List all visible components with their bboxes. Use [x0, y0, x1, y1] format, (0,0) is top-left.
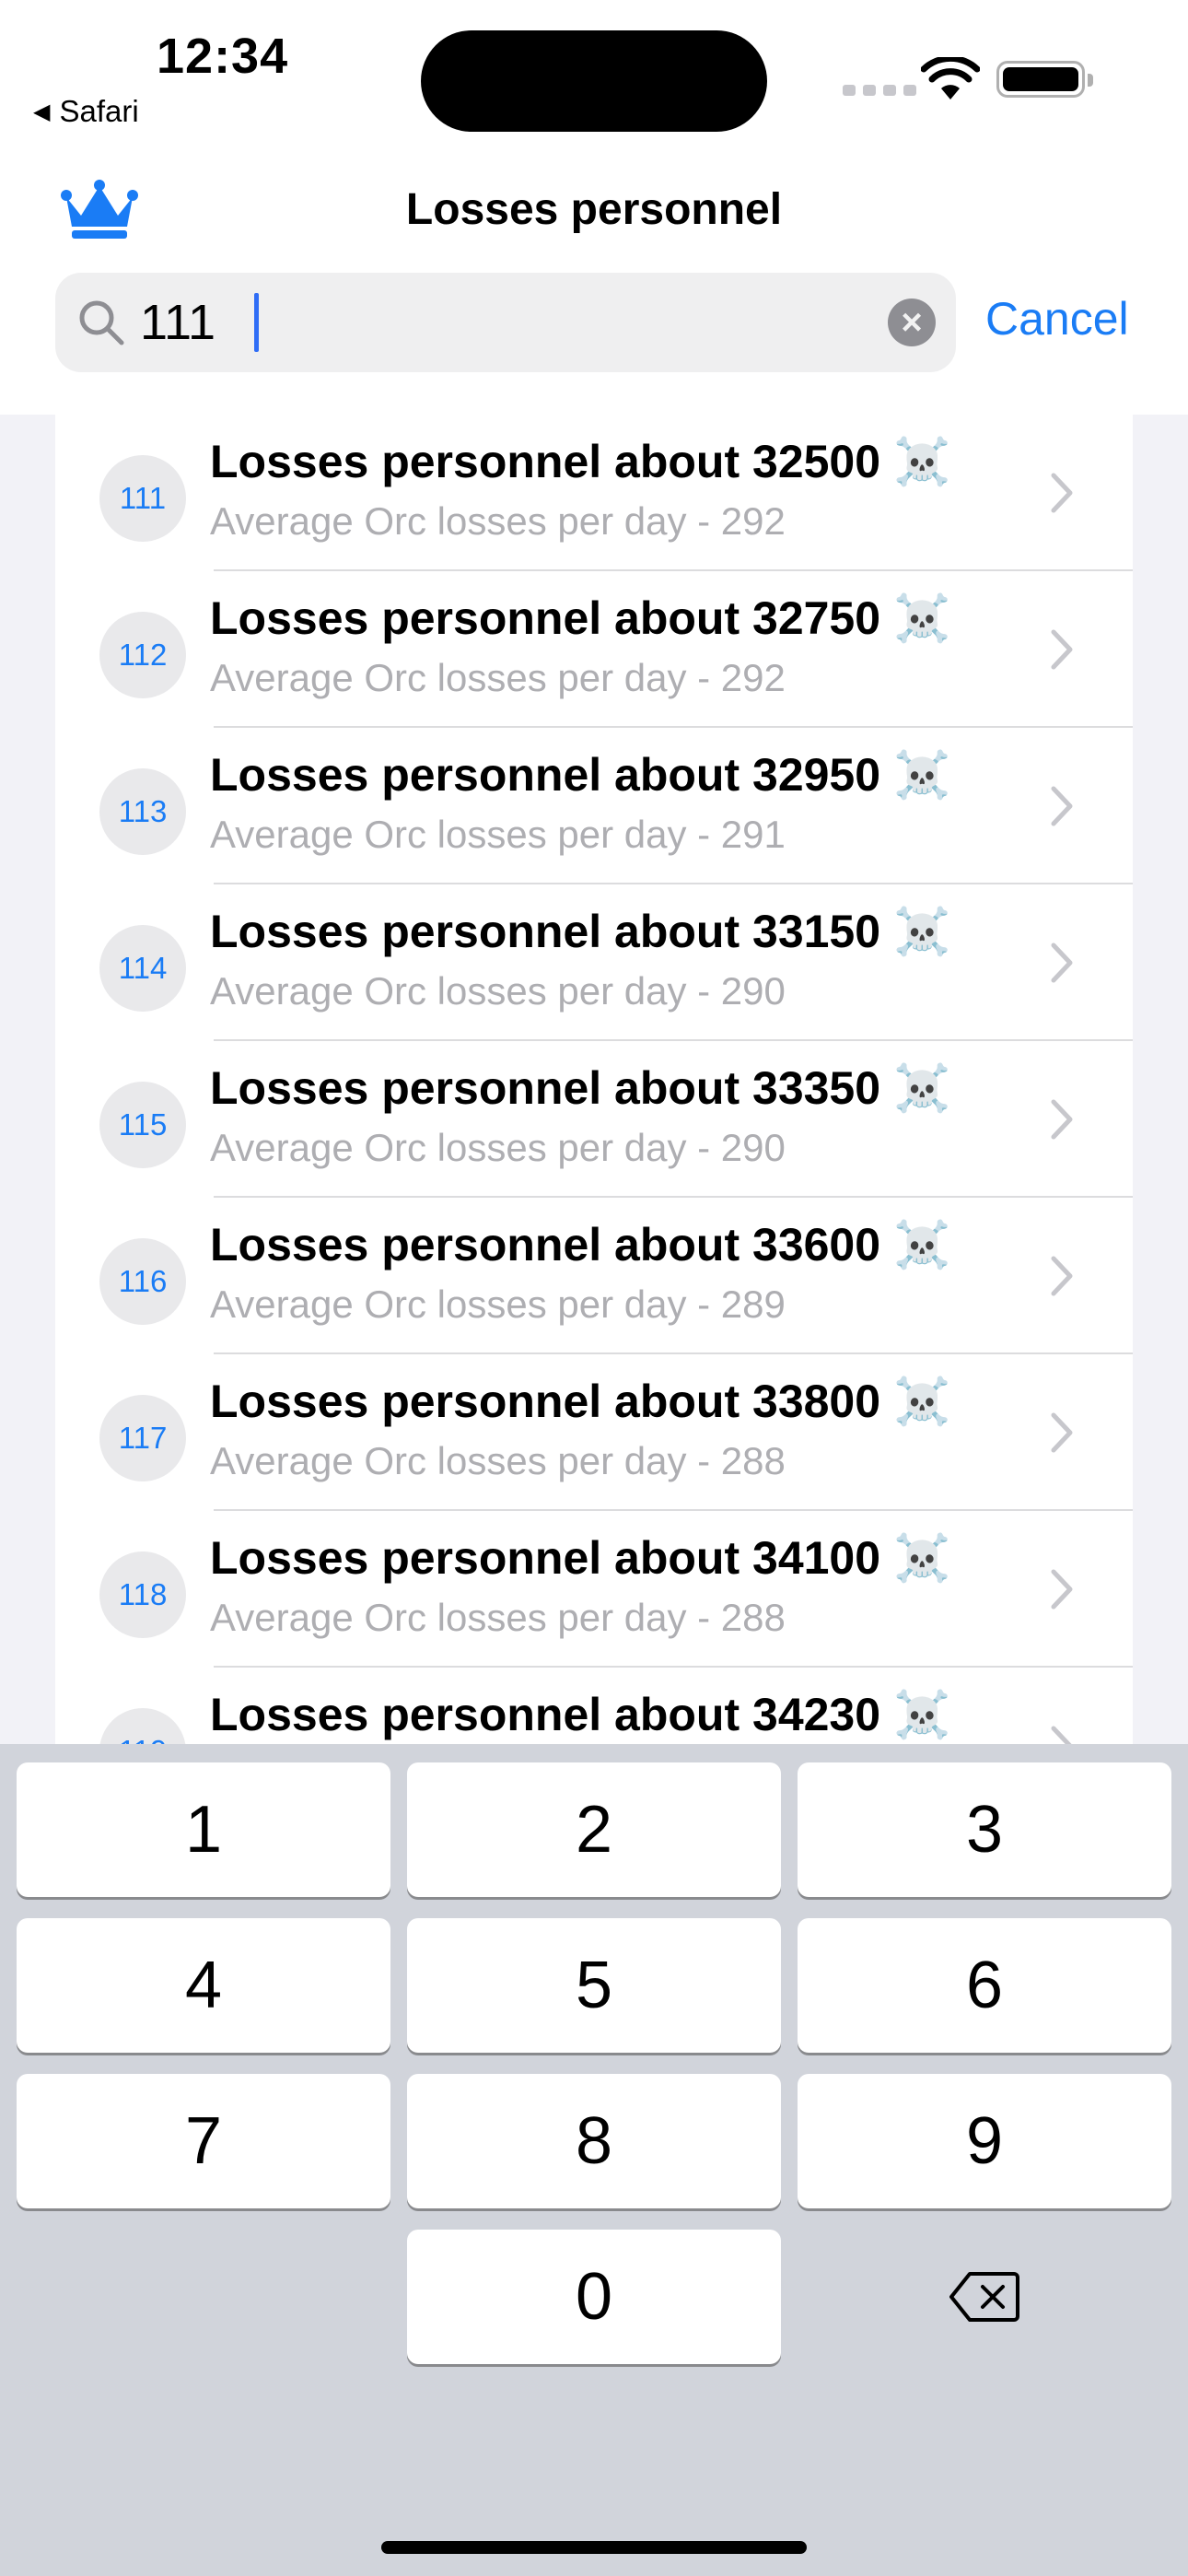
delete-key[interactable]	[798, 2230, 1171, 2364]
battery-icon	[996, 61, 1093, 98]
list-item[interactable]: 113 Losses personnel about 32950 ☠️ Aver…	[55, 728, 1133, 884]
cancel-button[interactable]: Cancel	[985, 292, 1129, 345]
cellular-signal-icon	[843, 85, 916, 96]
day-badge: 119	[99, 1708, 186, 1746]
chevron-right-icon	[1051, 1256, 1073, 1296]
list-item[interactable]: 114 Losses personnel about 33150 ☠️ Aver…	[55, 884, 1133, 1041]
day-badge: 117	[99, 1395, 186, 1481]
key-5[interactable]: 5	[407, 1918, 781, 2053]
page-title: Losses personnel	[405, 185, 783, 234]
item-title: Losses personnel about 33350 ☠️	[210, 1062, 951, 1114]
key-9[interactable]: 9	[798, 2074, 1171, 2208]
item-title: Losses personnel about 33800 ☠️	[210, 1376, 951, 1427]
back-triangle-icon: ◀	[33, 99, 51, 124]
nav-bar: Losses personnel × Cancel	[0, 147, 1188, 415]
item-subtitle: Average Orc losses per day - 289	[210, 1282, 786, 1326]
chevron-right-icon	[1051, 473, 1073, 513]
chevron-right-icon	[1051, 1099, 1073, 1140]
list-item[interactable]: 116 Losses personnel about 33600 ☠️ Aver…	[55, 1198, 1133, 1354]
key-4[interactable]: 4	[17, 1918, 390, 2053]
item-title: Losses personnel about 32750 ☠️	[210, 592, 951, 644]
list-item[interactable]: 117 Losses personnel about 33800 ☠️ Aver…	[55, 1354, 1133, 1511]
key-7[interactable]: 7	[17, 2074, 390, 2208]
key-8[interactable]: 8	[407, 2074, 781, 2208]
key-6[interactable]: 6	[798, 1918, 1171, 2053]
clear-search-button[interactable]: ×	[888, 299, 936, 346]
day-badge: 111	[99, 455, 186, 542]
day-badge: 115	[99, 1082, 186, 1168]
list-item[interactable]: 118 Losses personnel about 34100 ☠️ Aver…	[55, 1511, 1133, 1668]
search-icon	[79, 300, 124, 345]
item-title: Losses personnel about 33150 ☠️	[210, 906, 951, 957]
dynamic-island	[421, 30, 767, 132]
key-1[interactable]: 1	[17, 1762, 390, 1897]
item-subtitle: Average Orc losses per day - 290	[210, 969, 786, 1013]
item-title: Losses personnel about 33600 ☠️	[210, 1219, 951, 1270]
back-to-safari[interactable]: ◀ Safari	[33, 94, 139, 129]
item-subtitle: Average Orc losses per day - 288	[210, 1596, 786, 1639]
backspace-icon	[949, 2272, 1019, 2322]
list-item[interactable]: 111 Losses personnel about 32500 ☠️ Aver…	[55, 415, 1133, 571]
chevron-right-icon	[1051, 943, 1073, 983]
item-title: Losses personnel about 34230 ☠️	[210, 1689, 951, 1740]
close-icon: ×	[901, 302, 923, 343]
back-to-safari-label: Safari	[59, 94, 139, 128]
search-input[interactable]	[140, 291, 895, 354]
day-badge: 118	[99, 1551, 186, 1638]
item-title: Losses personnel about 32500 ☠️	[210, 436, 951, 487]
day-badge: 116	[99, 1238, 186, 1325]
wifi-icon	[921, 57, 980, 100]
chevron-right-icon	[1051, 1412, 1073, 1453]
key-0[interactable]: 0	[407, 2230, 781, 2364]
results-list: 111 Losses personnel about 32500 ☠️ Aver…	[55, 415, 1133, 1746]
item-subtitle: Average Orc losses per day - 288	[210, 1439, 786, 1482]
chevron-right-icon	[1051, 1569, 1073, 1610]
chevron-right-icon	[1051, 629, 1073, 670]
home-indicator[interactable]	[381, 2541, 807, 2554]
item-subtitle: Average Orc losses per day - 291	[210, 813, 786, 856]
key-2[interactable]: 2	[407, 1762, 781, 1897]
day-badge: 113	[99, 768, 186, 855]
chevron-right-icon	[1051, 786, 1073, 826]
item-subtitle: Average Orc losses per day - 292	[210, 499, 786, 543]
list-item[interactable]: 119 Losses personnel about 34230 ☠️	[55, 1668, 1133, 1746]
day-badge: 114	[99, 925, 186, 1012]
screen: 12:34 ◀ Safari Losses personnel 111 × Ca…	[0, 0, 1188, 2576]
chevron-right-icon	[1051, 1726, 1073, 1746]
list-item[interactable]: 115 Losses personnel about 33350 ☠️ Aver…	[55, 1041, 1133, 1198]
list-item[interactable]: 112 Losses personnel about 32750 ☠️ Aver…	[55, 571, 1133, 728]
item-title: Losses personnel about 34100 ☠️	[210, 1532, 951, 1584]
status-time: 12:34	[157, 29, 289, 84]
item-subtitle: Average Orc losses per day - 292	[210, 656, 786, 699]
numeric-keypad: 1 2 3 4 5 6 7 8 9 0	[0, 1744, 1188, 2576]
text-caret	[254, 293, 259, 352]
item-subtitle: Average Orc losses per day - 290	[210, 1126, 786, 1169]
item-title: Losses personnel about 32950 ☠️	[210, 749, 951, 801]
day-badge: 112	[99, 612, 186, 698]
key-3[interactable]: 3	[798, 1762, 1171, 1897]
status-bar: 12:34 ◀ Safari	[0, 0, 1188, 147]
search-field[interactable]: ×	[55, 273, 956, 372]
